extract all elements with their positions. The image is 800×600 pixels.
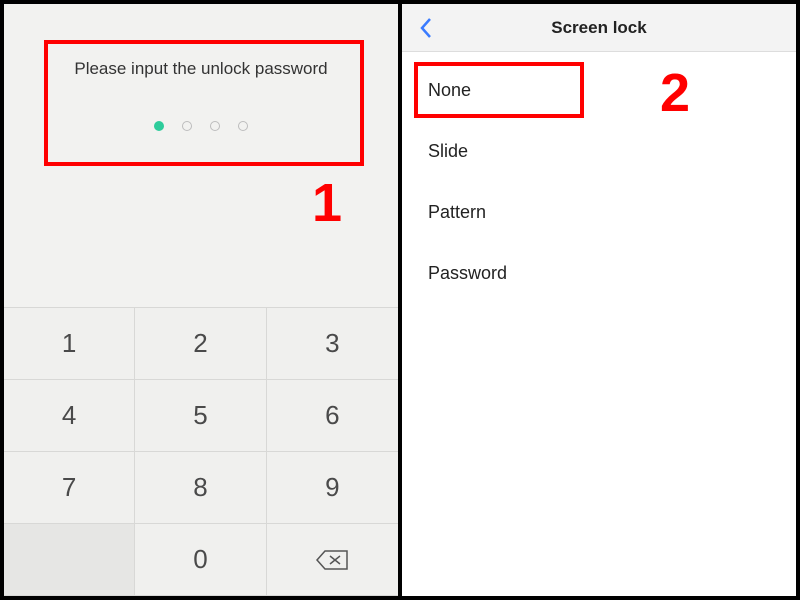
option-pattern[interactable]: Pattern (402, 182, 796, 243)
keypad-blank (4, 524, 135, 596)
tutorial-frame: Please input the unlock password 1 2 3 4… (0, 0, 800, 600)
spacer (4, 131, 398, 307)
prompt-area: Please input the unlock password (4, 4, 398, 131)
keypad-backspace[interactable] (267, 524, 398, 596)
lock-options-list: None Slide Pattern Password (402, 52, 796, 304)
keypad-4[interactable]: 4 (4, 380, 135, 452)
keypad-9[interactable]: 9 (267, 452, 398, 524)
keypad-5[interactable]: 5 (135, 380, 266, 452)
backspace-icon (315, 549, 349, 571)
option-slide[interactable]: Slide (402, 121, 796, 182)
keypad-3[interactable]: 3 (267, 308, 398, 380)
screen-lock-settings-panel: Screen lock None Slide Pattern Password … (402, 4, 796, 596)
unlock-screen-panel: Please input the unlock password 1 2 3 4… (4, 4, 402, 596)
pin-dot (182, 121, 192, 131)
keypad-2[interactable]: 2 (135, 308, 266, 380)
pin-dot (238, 121, 248, 131)
keypad-7[interactable]: 7 (4, 452, 135, 524)
settings-header: Screen lock (402, 4, 796, 52)
keypad-0[interactable]: 0 (135, 524, 266, 596)
chevron-left-icon (419, 17, 433, 39)
page-title: Screen lock (402, 18, 796, 38)
option-password[interactable]: Password (402, 243, 796, 304)
keypad-1[interactable]: 1 (4, 308, 135, 380)
unlock-prompt: Please input the unlock password (4, 59, 398, 79)
keypad-8[interactable]: 8 (135, 452, 266, 524)
option-none[interactable]: None (402, 60, 796, 121)
keypad-6[interactable]: 6 (267, 380, 398, 452)
pin-dots (4, 121, 398, 131)
pin-dot (154, 121, 164, 131)
pin-dot (210, 121, 220, 131)
back-button[interactable] (402, 4, 450, 52)
numeric-keypad: 1 2 3 4 5 6 7 8 9 0 (4, 307, 398, 596)
